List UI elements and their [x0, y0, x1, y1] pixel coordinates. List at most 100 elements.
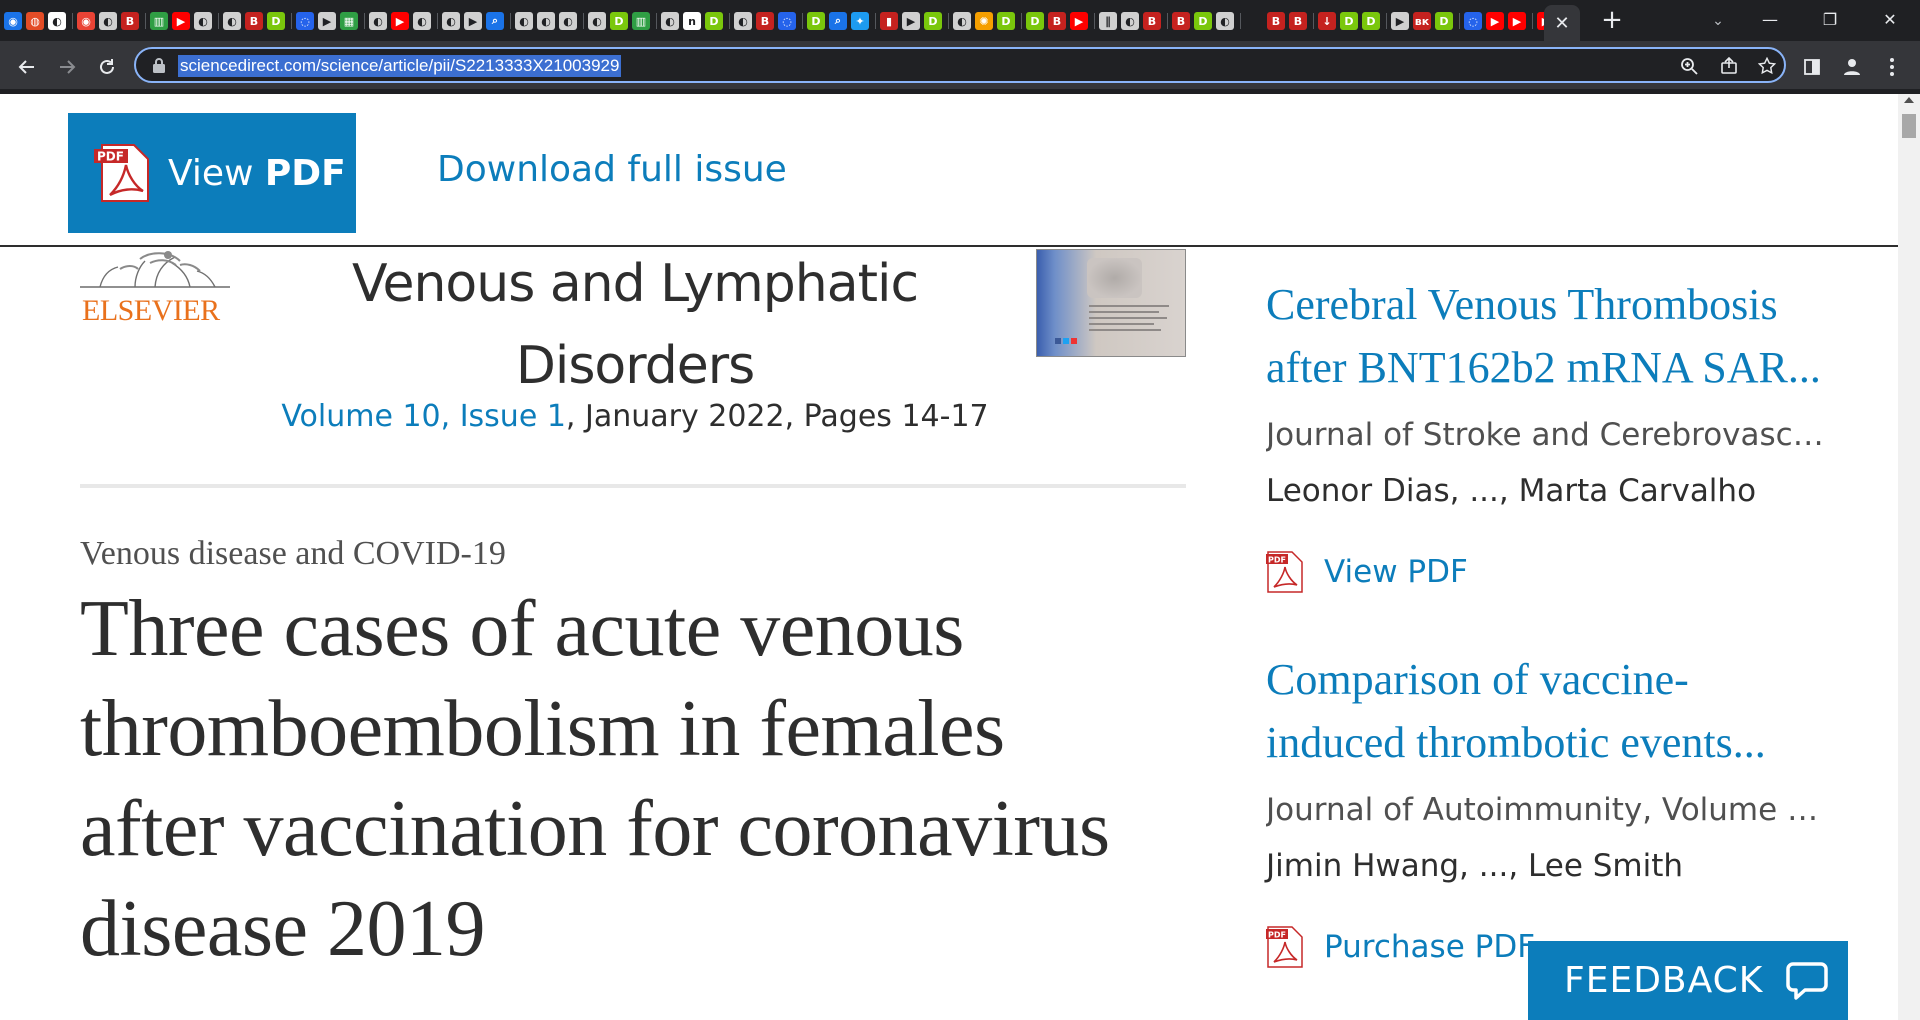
- zoom-icon[interactable]: [1676, 53, 1702, 79]
- pinned-tab-favicon-icon[interactable]: ◉: [4, 12, 22, 30]
- recommended-title-line[interactable]: induced thrombotic events...: [1266, 718, 1766, 767]
- active-tab[interactable]: ✕: [1544, 5, 1580, 41]
- pinned-tab-favicon-icon[interactable]: ▶: [1391, 12, 1409, 30]
- pinned-tab-favicon-icon[interactable]: D: [1194, 12, 1212, 30]
- view-pdf-button[interactable]: PDF View PDF: [68, 113, 356, 233]
- pinned-tab-favicon-icon[interactable]: ▥: [632, 12, 650, 30]
- feedback-label[interactable]: FEEDBACK: [1564, 960, 1763, 1001]
- pinned-tab-favicon-icon[interactable]: D: [1435, 12, 1453, 30]
- journal-title[interactable]: Venous and Lymphatic Disorders: [280, 243, 990, 407]
- pinned-tab-favicon-icon[interactable]: B: [756, 12, 774, 30]
- volume-issue-link[interactable]: Volume 10, Issue 1: [281, 399, 566, 434]
- pinned-tab-favicon-icon[interactable]: ◐: [953, 12, 971, 30]
- pinned-tab-favicon-icon[interactable]: ✺: [975, 12, 993, 30]
- pinned-tab-favicon-icon[interactable]: ✦: [851, 12, 869, 30]
- pinned-tab-favicon-icon[interactable]: ◐: [369, 12, 387, 30]
- pinned-tab-favicon-icon[interactable]: ◐: [734, 12, 752, 30]
- pinned-tab-favicon-icon[interactable]: ◐: [588, 12, 606, 30]
- pinned-tab-favicon-icon[interactable]: ◐: [661, 12, 679, 30]
- pinned-tab-favicon-icon[interactable]: ▶: [902, 12, 920, 30]
- pinned-tab-favicon-icon[interactable]: ▥: [150, 12, 168, 30]
- pinned-tab-favicon-icon[interactable]: ▶: [1070, 12, 1088, 30]
- pinned-tab-favicon-icon[interactable]: ◐: [515, 12, 533, 30]
- minimize-button[interactable]: —: [1740, 0, 1800, 38]
- pinned-tab-favicon-icon[interactable]: ▦: [340, 12, 358, 30]
- pinned-tab-favicon-icon[interactable]: ⌕: [486, 12, 504, 30]
- scroll-up-arrow-icon[interactable]: [1904, 97, 1914, 103]
- pinned-tab-favicon-icon[interactable]: ▶: [172, 12, 190, 30]
- page-scrollbar[interactable]: [1898, 94, 1920, 1020]
- pinned-tab-favicon-icon[interactable]: ▶: [1537, 12, 1544, 30]
- recommended-title-line[interactable]: Comparison of vaccine-: [1266, 655, 1689, 704]
- pinned-tab-favicon-icon[interactable]: вк: [1413, 12, 1431, 30]
- pinned-tab-favicon-icon[interactable]: ◍: [26, 12, 44, 30]
- pinned-tab-favicon-icon[interactable]: ∥: [1099, 12, 1117, 30]
- pinned-tab-favicon-icon[interactable]: B: [1289, 12, 1307, 30]
- pinned-tab-favicon-icon[interactable]: ◐: [413, 12, 431, 30]
- lock-icon[interactable]: [152, 57, 166, 73]
- pinned-tab-favicon-icon[interactable]: ▶: [1486, 12, 1504, 30]
- pinned-tab-favicon-icon[interactable]: ↓: [1318, 12, 1336, 30]
- view-pdf-label[interactable]: View PDF: [1324, 554, 1468, 590]
- url-text[interactable]: sciencedirect.com/science/article/pii/S2…: [178, 55, 622, 77]
- pinned-tab-favicon-icon[interactable]: ▶: [318, 12, 336, 30]
- new-tab-button[interactable]: +: [1598, 7, 1626, 35]
- pinned-tab-favicon-icon[interactable]: ▶: [1508, 12, 1526, 30]
- pinned-tab-favicon-icon[interactable]: ◐: [442, 12, 460, 30]
- pinned-tab-favicon-icon[interactable]: ▶: [464, 12, 482, 30]
- pinned-tab-favicon-icon[interactable]: ▶: [391, 12, 409, 30]
- recommended-title-line[interactable]: after BNT162b2 mRNA SAR...: [1266, 343, 1821, 392]
- pinned-tab-favicon-icon[interactable]: D: [807, 12, 825, 30]
- close-window-button[interactable]: ✕: [1860, 0, 1920, 38]
- recommended-view-pdf-link[interactable]: PDF View PDF: [1264, 550, 1468, 594]
- pinned-tab-favicon-icon[interactable]: B: [1143, 12, 1161, 30]
- pinned-tab-favicon-icon[interactable]: ◐: [194, 12, 212, 30]
- side-panel-icon[interactable]: [1798, 53, 1826, 81]
- close-tab-icon[interactable]: ✕: [1554, 13, 1569, 34]
- reload-icon[interactable]: [90, 50, 124, 84]
- journal-cover-image[interactable]: [1036, 249, 1186, 357]
- recommended-title-line[interactable]: Cerebral Venous Thrombosis: [1266, 280, 1778, 329]
- recommended-article-title-1[interactable]: Cerebral Venous Thrombosis after BNT162b…: [1266, 273, 1836, 399]
- pinned-tab-favicon-icon[interactable]: n: [683, 12, 701, 30]
- address-bar[interactable]: sciencedirect.com/science/article/pii/S2…: [134, 47, 1786, 83]
- feedback-button[interactable]: FEEDBACK: [1528, 941, 1848, 1020]
- recommended-purchase-pdf-link[interactable]: PDF Purchase PDF: [1264, 925, 1535, 969]
- pinned-tab-favicon-icon[interactable]: D: [610, 12, 628, 30]
- pinned-tab-favicon-icon[interactable]: ◐: [537, 12, 555, 30]
- pinned-tab-favicon-icon[interactable]: ◌: [1464, 12, 1482, 30]
- pinned-tab-favicon-icon[interactable]: ◐: [223, 12, 241, 30]
- pinned-tab-favicon-icon[interactable]: ◐: [99, 12, 117, 30]
- browser-menu-icon[interactable]: [1878, 53, 1906, 81]
- pinned-tab-favicon-icon[interactable]: ▮: [880, 12, 898, 30]
- pinned-tab-favicon-icon[interactable]: B: [1267, 12, 1285, 30]
- pinned-tab-favicon-icon[interactable]: ◉: [77, 12, 95, 30]
- pinned-tab-favicon-icon[interactable]: B: [1172, 12, 1190, 30]
- pinned-tab-favicon-icon[interactable]: ⌕: [829, 12, 847, 30]
- pinned-tab-favicon-icon[interactable]: D: [705, 12, 723, 30]
- pinned-tab-favicon-icon[interactable]: B: [245, 12, 263, 30]
- pinned-tab-favicon-icon[interactable]: B: [121, 12, 139, 30]
- back-arrow-icon[interactable]: [10, 50, 44, 84]
- pinned-tab-favicon-icon[interactable]: ◐: [1216, 12, 1234, 30]
- pinned-tab-favicon-icon[interactable]: D: [267, 12, 285, 30]
- pinned-tab-favicon-icon[interactable]: D: [1362, 12, 1380, 30]
- pinned-tab-favicon-icon[interactable]: D: [924, 12, 942, 30]
- pinned-tab-favicon-icon[interactable]: ◌: [296, 12, 314, 30]
- pinned-tab-favicon-icon[interactable]: ◐: [559, 12, 577, 30]
- tab-search-icon[interactable]: ⌄: [1705, 9, 1731, 33]
- view-pdf-label[interactable]: View PDF: [168, 153, 346, 194]
- pinned-tab-favicon-icon[interactable]: B: [1048, 12, 1066, 30]
- pinned-tab-favicon-icon[interactable]: ◐: [1121, 12, 1139, 30]
- restore-button[interactable]: ❐: [1800, 0, 1860, 38]
- pinned-tab-favicon-icon[interactable]: ◌: [778, 12, 796, 30]
- download-full-issue-link[interactable]: Download full issue: [437, 149, 787, 190]
- scrollbar-thumb[interactable]: [1902, 114, 1916, 138]
- purchase-pdf-label[interactable]: Purchase PDF: [1324, 929, 1535, 965]
- recommended-article-title-2[interactable]: Comparison of vaccine- induced thromboti…: [1266, 648, 1836, 774]
- pinned-tab-favicon-icon[interactable]: [1245, 12, 1263, 30]
- pinned-tab-favicon-icon[interactable]: ◐: [48, 12, 66, 30]
- pinned-tab-favicon-icon[interactable]: D: [1340, 12, 1358, 30]
- pinned-tab-favicon-icon[interactable]: D: [1026, 12, 1044, 30]
- profile-icon[interactable]: [1838, 53, 1866, 81]
